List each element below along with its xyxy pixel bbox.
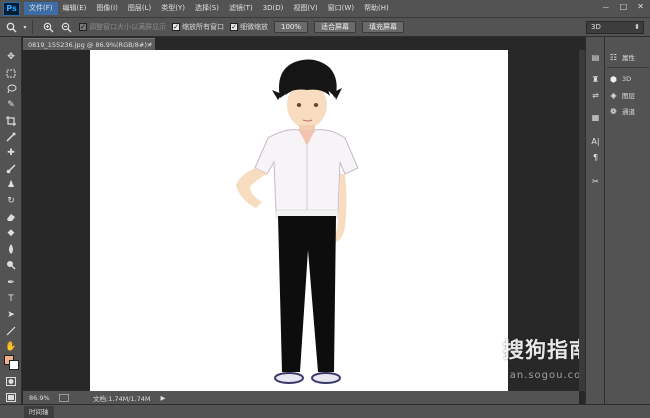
fit-screen-button[interactable]: 适合屏幕: [314, 21, 357, 33]
zoom-tool-icon[interactable]: [4, 20, 18, 34]
dodge-tool-icon[interactable]: [3, 259, 19, 271]
path-selection-tool-icon[interactable]: ➤: [3, 309, 19, 321]
actions-panel-icon[interactable]: ▦: [589, 111, 602, 123]
status-menu-arrow-icon[interactable]: ▶: [161, 394, 166, 402]
type-tool-icon[interactable]: T: [3, 293, 19, 305]
3d-label: 3D: [622, 75, 632, 83]
paint-bucket-tool-icon[interactable]: ◆: [3, 227, 19, 239]
layers-icon: ◈: [610, 90, 617, 100]
layers-panel-button[interactable]: ◈ 图层: [609, 89, 635, 101]
scrubby-zoom-checkbox[interactable]: ✓ 细微缩放: [230, 22, 268, 32]
workspace-select[interactable]: 3D ⬍: [586, 21, 644, 34]
zoom-all-windows-checkbox[interactable]: ✓ 缩放所有窗口: [172, 22, 224, 32]
chevron-down-icon: ⬍: [634, 23, 640, 31]
zoom-in-icon[interactable]: [41, 20, 55, 34]
channels-panel-button[interactable]: ❁ 通道: [609, 105, 635, 117]
menu-image[interactable]: 图像(I): [91, 2, 123, 15]
menu-type[interactable]: 类型(Y): [156, 2, 190, 15]
menu-window[interactable]: 窗口(W): [323, 2, 359, 15]
character-illustration: [236, 59, 359, 384]
menu-view[interactable]: 视图(V): [288, 2, 322, 15]
actual-pixels-button[interactable]: 100%: [274, 21, 309, 33]
menu-file[interactable]: 文件(F): [24, 2, 58, 15]
paragraph-panel-icon[interactable]: ¶: [589, 151, 602, 163]
checkbox-mark: ✓: [79, 23, 87, 31]
document-export-icon[interactable]: [59, 393, 69, 402]
timeline-panel-bar: 时间轴: [0, 404, 650, 418]
resize-windows-checkbox[interactable]: ✓ 调整窗口大小以满屏显示: [79, 22, 166, 32]
3d-panel-button[interactable]: ⬢ 3D: [609, 73, 631, 85]
checkbox-mark: ✓: [172, 23, 180, 31]
hand-tool-icon[interactable]: ✋: [3, 341, 19, 353]
zoom-out-icon[interactable]: [59, 20, 73, 34]
properties-panel-button[interactable]: ☷ 属性: [609, 51, 635, 63]
quick-selection-tool-icon[interactable]: ✎: [3, 99, 19, 111]
resize-windows-label: 调整窗口大小以满屏显示: [89, 23, 166, 31]
watermark-url: zhinan.sogou.com: [485, 370, 593, 381]
clone-stamp-tool-icon[interactable]: ♟: [3, 179, 19, 191]
healing-brush-tool-icon[interactable]: ✚: [3, 147, 19, 159]
document-tab-title: 0819_155236.jpg @ 86.9%(RGB/8#) *: [28, 41, 153, 49]
lasso-tool-icon[interactable]: [3, 83, 19, 95]
watermark-text: 搜狗指南: [503, 338, 591, 362]
timeline-tab[interactable]: 时间轴: [24, 406, 54, 418]
quick-mask-icon[interactable]: [3, 375, 19, 387]
eyedropper-tool-icon[interactable]: [3, 131, 19, 143]
tools-preset-icon[interactable]: ✂: [589, 175, 602, 187]
dock-divider: [607, 67, 649, 68]
menu-edit[interactable]: 编辑(E): [58, 2, 92, 15]
eraser-tool-icon[interactable]: [3, 211, 19, 223]
menu-bar: Ps 文件(F) 编辑(E) 图像(I) 图层(L) 类型(Y) 选择(S) 滤…: [0, 0, 650, 17]
maximize-button[interactable]: □: [620, 2, 628, 13]
brush-tool-icon[interactable]: [3, 163, 19, 175]
menu-3d[interactable]: 3D(D): [258, 2, 289, 15]
adjust-panel-icon[interactable]: ⇌: [589, 89, 602, 101]
crop-tool-icon[interactable]: [3, 115, 19, 127]
menu-select[interactable]: 选择(S): [190, 2, 224, 15]
menu-help[interactable]: 帮助(H): [359, 2, 394, 15]
line-tool-icon[interactable]: [3, 325, 19, 337]
3d-cube-icon: ⬢: [610, 74, 617, 84]
document-canvas[interactable]: [90, 50, 508, 391]
menu-layer[interactable]: 图层(L): [123, 2, 156, 15]
scrubby-zoom-label: 细微缩放: [240, 23, 268, 31]
channels-icon: ❁: [610, 106, 617, 116]
fill-screen-button[interactable]: 填充屏幕: [362, 21, 405, 33]
panel-dock: ☷ 属性 ⬢ 3D ◈ 图层 ❁ 通道: [604, 37, 650, 404]
pen-tool-icon[interactable]: ✒: [3, 277, 19, 289]
minimize-button[interactable]: －: [602, 2, 610, 13]
photoshop-logo: Ps: [3, 1, 20, 16]
screen-mode-icon[interactable]: [3, 391, 19, 403]
workspace-value: 3D: [591, 23, 601, 31]
history-brush-tool-icon[interactable]: ↻: [3, 195, 19, 207]
tool-preset-dropdown-icon[interactable]: ▾: [22, 20, 28, 34]
status-bar: 86.9% 文档:1.74M/1.74M ▶: [23, 391, 579, 404]
move-tool-icon[interactable]: ✥: [3, 51, 19, 63]
collapsed-panels-strip: ▤ ♜ ⇌ ▦ A| ¶ ✂: [585, 37, 604, 404]
background-color-swatch[interactable]: [9, 360, 19, 370]
zoom-level-field[interactable]: 86.9%: [29, 394, 51, 402]
close-window-button[interactable]: ✕: [637, 2, 644, 13]
marquee-tool-icon[interactable]: [3, 67, 19, 79]
properties-icon: ☷: [609, 52, 618, 62]
zoom-all-windows-label: 缩放所有窗口: [182, 23, 224, 31]
options-bar: ▾ ✓ 调整窗口大小以满屏显示 ✓ 缩放所有窗口 ✓ 细微缩放 100% 适合屏…: [0, 17, 650, 37]
checkbox-mark: ✓: [230, 23, 238, 31]
document-size-info: 文档:1.74M/1.74M: [93, 394, 151, 403]
tools-panel: ✥ ✎ ✚ ♟ ↻ ◆ ✒ T ➤ ✋: [0, 37, 22, 408]
blur-tool-icon[interactable]: [3, 243, 19, 255]
options-divider: [32, 20, 33, 34]
layers-label: 图层: [622, 92, 635, 100]
brush-presets-icon[interactable]: ♜: [589, 73, 602, 85]
document-tab[interactable]: 0819_155236.jpg @ 86.9%(RGB/8#) * ×: [23, 38, 155, 50]
history-panel-icon[interactable]: ▤: [589, 51, 602, 63]
channels-label: 通道: [622, 108, 635, 116]
character-panel-icon[interactable]: A|: [589, 135, 602, 147]
window-controls: － □ ✕: [602, 2, 644, 13]
properties-label: 属性: [622, 54, 635, 62]
menu-filter[interactable]: 滤镜(T): [224, 2, 258, 15]
sogou-logo-icon: [467, 334, 497, 364]
